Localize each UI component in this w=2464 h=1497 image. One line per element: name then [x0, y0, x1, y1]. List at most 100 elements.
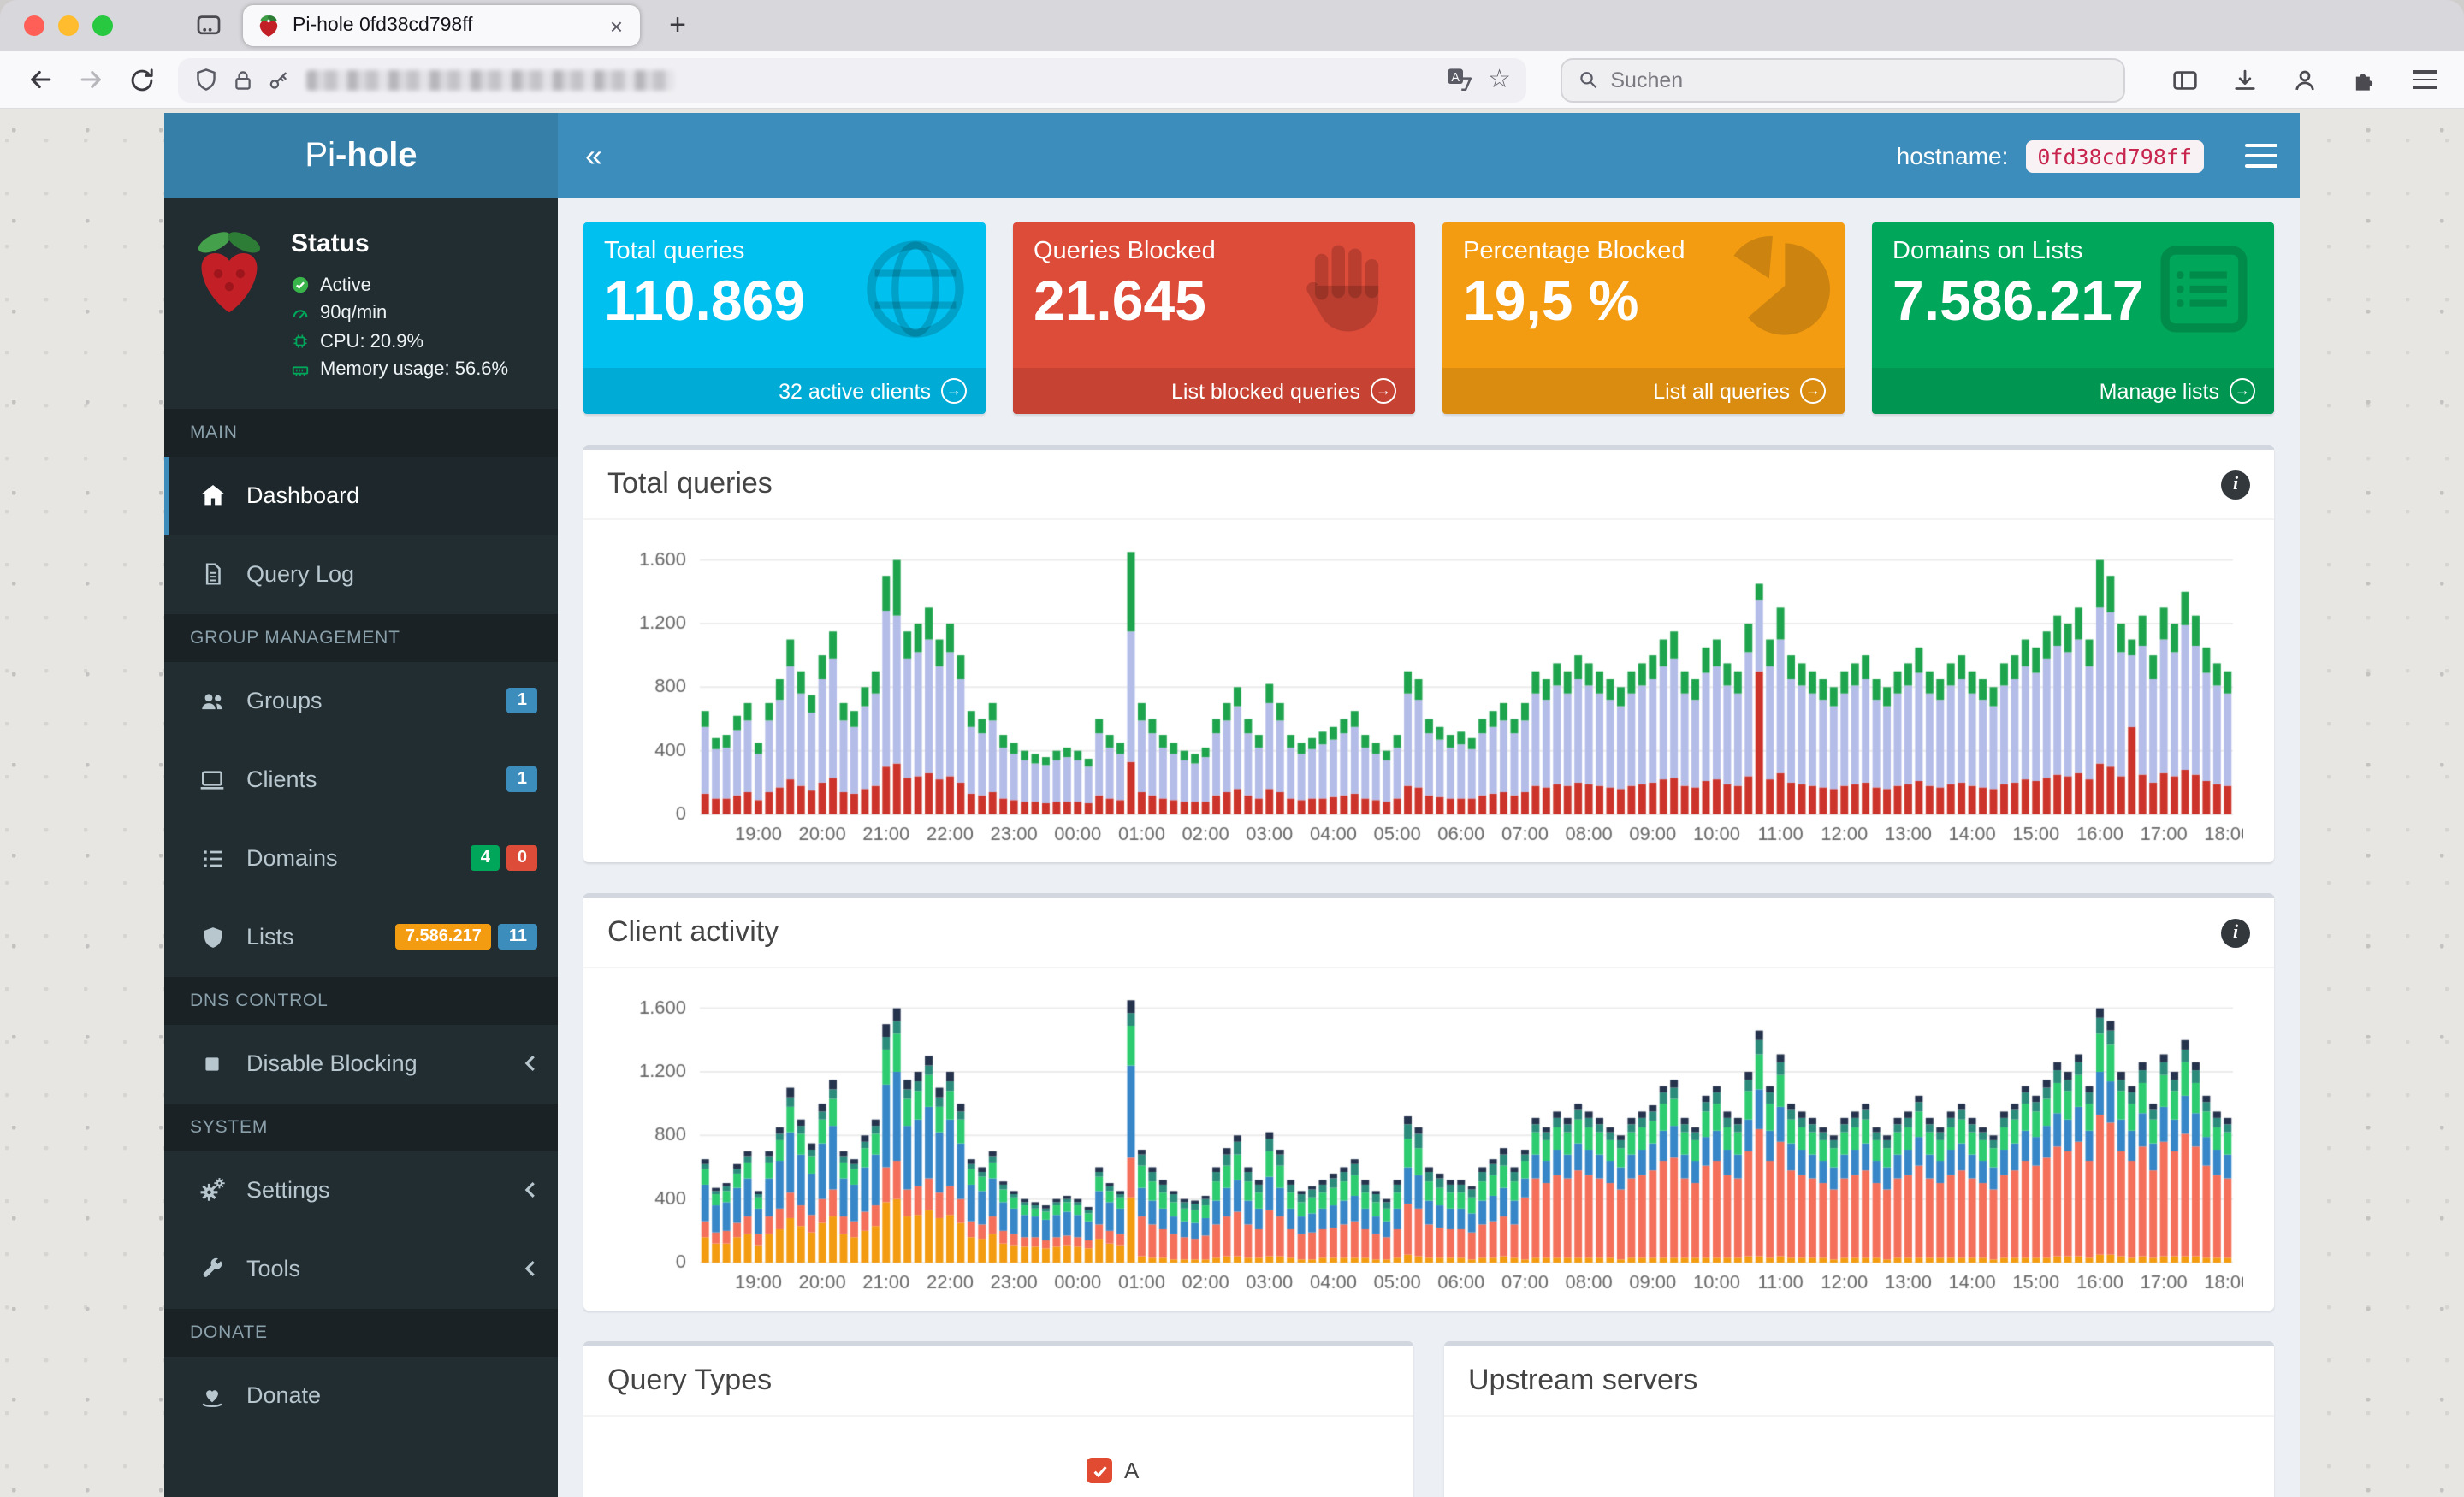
sidebar-item-disable-blocking[interactable]: Disable Blocking: [164, 1024, 558, 1103]
circle-arrow-right-icon: →: [941, 378, 967, 404]
hostname-value: 0fd38cd798ff: [2025, 139, 2204, 172]
zoom-window-button[interactable]: [92, 15, 113, 36]
sidebar-section-group-management: GROUP MANAGEMENT: [164, 613, 558, 661]
total-queries-chart[interactable]: [614, 534, 2243, 852]
brand-hole: -hole: [335, 136, 418, 174]
card-footer-link[interactable]: Manage lists →: [1872, 368, 2274, 414]
tab-bar: Pi-hole 0fd38cd798ff × +: [0, 0, 2464, 51]
raspberry-logo-icon: [198, 232, 261, 313]
close-window-button[interactable]: [24, 15, 44, 36]
sidebar-section-dns-control: DNS CONTROL: [164, 976, 558, 1024]
card-queries-blocked: Queries Blocked 21.645 List blocked quer…: [1013, 222, 1415, 414]
checkbox-checked-icon[interactable]: [1087, 1458, 1112, 1483]
browser-tab[interactable]: Pi-hole 0fd38cd798ff ×: [243, 5, 640, 46]
card-label: Total queries: [604, 238, 745, 265]
main-content: Total queries 110.869 32 active clients …: [558, 198, 2300, 1497]
sidebar-item-domains[interactable]: Domains 4 0: [164, 819, 558, 897]
sidebar-item-query-log[interactable]: Query Log: [164, 535, 558, 613]
firefox-view-icon[interactable]: [188, 5, 229, 46]
reload-icon[interactable]: [120, 57, 164, 102]
status-cpu: CPU: 20.9%: [320, 331, 424, 352]
tab-title: Pi-hole 0fd38cd798ff: [293, 15, 473, 36]
client-activity-chart[interactable]: [614, 982, 2243, 1300]
page-viewport: Pi -hole « hostname: 0fd38cd798ff Status…: [0, 109, 2464, 1497]
menu-icon[interactable]: [2402, 57, 2447, 102]
key-icon[interactable]: [267, 68, 291, 92]
app-header: Pi -hole « hostname: 0fd38cd798ff: [164, 113, 2300, 198]
card-value: 110.869: [604, 269, 805, 332]
home-icon: [195, 481, 229, 510]
card-footer-link[interactable]: 32 active clients →: [583, 368, 986, 414]
query-types-panel: Query Types A: [583, 1341, 1413, 1497]
laptop-icon: [195, 766, 229, 793]
bottom-panels: Query Types A Upstream servers: [583, 1341, 2274, 1497]
sidebars-icon[interactable]: [2163, 57, 2207, 102]
back-icon[interactable]: [17, 57, 62, 102]
sidebar-section-main: MAIN: [164, 408, 558, 456]
tracking-shield-icon[interactable]: [193, 67, 219, 92]
summary-cards: Total queries 110.869 32 active clients …: [583, 222, 2274, 414]
hostname-label: hostname:: [1896, 142, 2009, 169]
panel-title: Client activity: [607, 915, 779, 948]
chevron-left-icon: [522, 1259, 537, 1278]
account-icon[interactable]: [2283, 57, 2327, 102]
circle-arrow-right-icon: →: [1371, 378, 1396, 404]
search-icon: [1580, 72, 1597, 88]
app-menu-icon[interactable]: [2221, 113, 2300, 198]
card-footer-link[interactable]: List all queries →: [1442, 368, 1845, 414]
bookmark-star-icon[interactable]: ☆: [1488, 67, 1511, 92]
upstream-servers-panel: Upstream servers: [1444, 1341, 2274, 1497]
list-icon: [195, 844, 229, 872]
sidebar-item-label: Groups: [246, 688, 323, 713]
donate-heart-icon: [195, 1382, 229, 1409]
extensions-puzzle-icon[interactable]: [2343, 57, 2387, 102]
card-domains-on-lists: Domains on Lists 7.586.217 Manage lists …: [1872, 222, 2274, 414]
query-type-legend-item-a[interactable]: A: [1087, 1458, 1389, 1483]
sidebar-item-label: Disable Blocking: [246, 1050, 418, 1076]
sidebar-item-tools[interactable]: Tools: [164, 1229, 558, 1308]
panel-title: Query Types: [607, 1364, 773, 1396]
panel-title: Total queries: [607, 467, 773, 500]
card-total-queries: Total queries 110.869 32 active clients …: [583, 222, 986, 414]
cpu-chip-icon: [293, 334, 307, 349]
status-panel: Status Active 90q/min CPU: 20.9% Memory …: [164, 198, 558, 408]
pihole-logo[interactable]: Pi -hole: [164, 113, 558, 198]
circle-arrow-right-icon: →: [2230, 378, 2255, 404]
status-memory: Memory usage: 56.6%: [320, 359, 509, 380]
sidebar: Status Active 90q/min CPU: 20.9% Memory …: [164, 198, 558, 1497]
brand-pi: Pi: [305, 136, 335, 174]
info-icon[interactable]: i: [2221, 918, 2250, 947]
downloads-icon[interactable]: [2223, 57, 2267, 102]
stop-icon: [195, 1051, 229, 1075]
search-input[interactable]: [1610, 68, 2108, 92]
card-percentage-blocked: Percentage Blocked 19,5 % List all queri…: [1442, 222, 1845, 414]
sidebar-item-settings[interactable]: Settings: [164, 1151, 558, 1229]
search-bar[interactable]: [1561, 57, 2125, 102]
sidebar-item-label: Clients: [246, 766, 317, 792]
forward-icon[interactable]: [68, 57, 113, 102]
info-icon[interactable]: i: [2221, 470, 2250, 499]
pihole-favicon-icon: [259, 15, 278, 37]
card-footer-link[interactable]: List blocked queries →: [1013, 368, 1415, 414]
sidebar-collapse-button[interactable]: «: [558, 113, 630, 198]
status-state: Active: [320, 275, 371, 295]
file-icon: [195, 559, 229, 589]
sidebar-item-dashboard[interactable]: Dashboard: [164, 456, 558, 535]
sidebar-item-lists[interactable]: Lists 7.586.217 11: [164, 897, 558, 976]
card-value: 19,5 %: [1463, 269, 1639, 332]
pihole-app: Pi -hole « hostname: 0fd38cd798ff Status…: [164, 113, 2300, 1497]
translate-icon[interactable]: A: [1445, 66, 1472, 93]
sidebar-item-groups[interactable]: Groups 1: [164, 661, 558, 740]
url-bar[interactable]: A ☆: [178, 57, 1526, 102]
url-redacted: [306, 69, 674, 90]
lock-icon[interactable]: [231, 68, 255, 92]
memory-icon: [292, 365, 309, 376]
new-tab-button[interactable]: +: [657, 5, 698, 46]
card-footer-label: List all queries: [1653, 379, 1790, 403]
close-tab-icon[interactable]: ×: [607, 13, 626, 38]
sidebar-item-clients[interactable]: Clients 1: [164, 740, 558, 819]
sidebar-item-label: Tools: [246, 1256, 301, 1281]
card-footer-label: 32 active clients: [779, 379, 931, 403]
sidebar-item-donate[interactable]: Donate: [164, 1356, 558, 1435]
minimize-window-button[interactable]: [58, 15, 79, 36]
